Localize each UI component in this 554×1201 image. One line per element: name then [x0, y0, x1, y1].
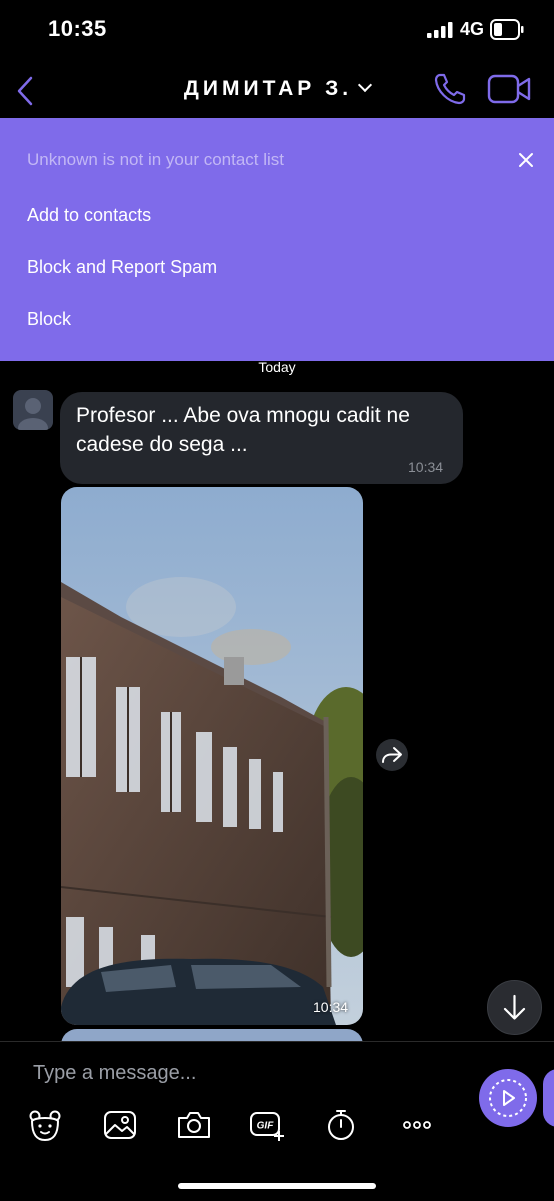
message-input[interactable] [31, 1057, 455, 1089]
battery-icon [490, 19, 524, 40]
contact-name[interactable]: ДИМИТАР З. [184, 77, 352, 100]
home-indicator [178, 1183, 376, 1189]
status-time: 10:35 [48, 16, 107, 41]
building-photo [61, 487, 363, 1025]
block-and-report-spam-button[interactable]: Block and Report Spam [27, 257, 217, 278]
contact-title: ДИМИТАР З. [0, 77, 554, 101]
add-to-contacts-button[interactable]: Add to contacts [27, 205, 151, 226]
chevron-down-icon[interactable] [358, 77, 373, 93]
banner-note: Unknown is not in your contact list [27, 150, 285, 169]
network-label: 4G [460, 19, 485, 39]
sticker-icon[interactable] [27, 1107, 63, 1143]
send-button[interactable] [479, 1069, 537, 1127]
scroll-to-bottom-button[interactable] [487, 980, 542, 1035]
forward-icon [382, 747, 402, 763]
back-icon[interactable] [14, 75, 36, 107]
camera-icon[interactable] [176, 1107, 212, 1143]
phone-icon[interactable] [433, 72, 467, 106]
svg-text:GIF: GIF [257, 1121, 275, 1132]
gallery-icon[interactable] [102, 1107, 138, 1143]
message-time: 10:34 [408, 459, 444, 475]
photo-message[interactable] [61, 487, 363, 1025]
person-icon [18, 398, 48, 430]
gif-icon[interactable]: GIF [249, 1107, 285, 1143]
timer-icon[interactable] [323, 1107, 359, 1143]
photo-time: 10:34 [313, 999, 349, 1015]
video-call-icon[interactable] [487, 73, 532, 105]
forward-button[interactable] [376, 739, 408, 771]
avatar[interactable] [13, 390, 53, 430]
block-button[interactable]: Block [27, 309, 71, 330]
secondary-action-button[interactable] [543, 1069, 554, 1127]
signal-icon [427, 22, 453, 38]
close-icon[interactable] [517, 151, 535, 169]
date-divider: Today [258, 359, 296, 375]
play-circle-icon [489, 1079, 527, 1117]
arrow-down-icon [503, 994, 526, 1020]
message-text: Profesor ... Abe ova mnogu cadit ne cade… [76, 404, 410, 456]
more-icon[interactable] [399, 1107, 435, 1143]
